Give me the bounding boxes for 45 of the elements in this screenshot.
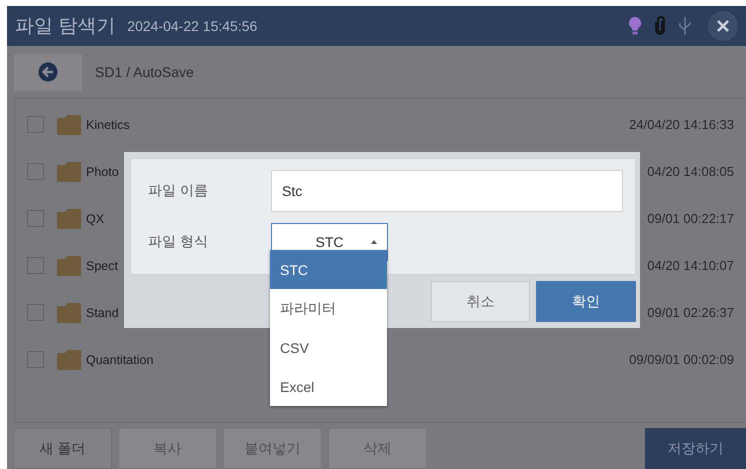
folder-name[interactable]: QX: [86, 212, 104, 226]
toolbar-button[interactable]: 새 폴더: [13, 428, 112, 469]
folder-name[interactable]: Kinetics: [86, 118, 130, 132]
back-button[interactable]: [14, 54, 82, 90]
modified-date: 09/09/01 00:02:09: [629, 352, 734, 367]
modified-date: 04/20 14:10:07: [647, 258, 734, 273]
modified-date: 04/20 14:08:05: [647, 164, 734, 179]
folder-name[interactable]: Stand: [86, 306, 119, 320]
lightbulb-icon: [628, 16, 642, 36]
dropdown-option[interactable]: CSV: [270, 328, 387, 367]
modified-date: 24/04/20 14:16:33: [629, 117, 734, 132]
modified-date: 09/01 02:26:37: [647, 305, 734, 320]
checkbox[interactable]: [27, 163, 44, 180]
window-title: 파일 탐색기: [15, 15, 116, 39]
folder-icon: [57, 256, 81, 276]
folder-icon: [57, 302, 81, 322]
cancel-button[interactable]: 취소: [431, 281, 530, 322]
folder-path: SD1 / AutoSave: [95, 64, 194, 80]
confirm-button[interactable]: 확인: [536, 281, 636, 322]
checkbox[interactable]: [27, 116, 44, 133]
datetime: 2024-04-22 15:45:56: [127, 18, 258, 34]
modified-date: 09/01 00:22:17: [647, 211, 734, 226]
field-label: 파일 형식: [148, 233, 209, 251]
folder-name[interactable]: Spect: [86, 258, 118, 272]
checkbox[interactable]: [27, 351, 44, 368]
close-button[interactable]: [708, 11, 738, 41]
save-button[interactable]: 저장하기: [645, 428, 746, 469]
caret-icon: [371, 240, 377, 244]
folder-icon: [57, 208, 81, 228]
dropdown-option[interactable]: 파라미터: [270, 289, 387, 328]
field-label: 파일 이름: [148, 182, 209, 200]
paperclip-icon: [654, 16, 666, 36]
dropdown-option[interactable]: STC: [270, 250, 387, 289]
dropdown-option[interactable]: Excel: [270, 367, 387, 406]
file-name-field[interactable]: Stc: [271, 170, 623, 212]
folder-icon: [57, 350, 81, 370]
folder-name[interactable]: Photo: [86, 164, 119, 178]
checkbox[interactable]: [27, 257, 44, 274]
folder-icon: [57, 162, 81, 182]
checkbox[interactable]: [27, 210, 44, 227]
checkbox[interactable]: [27, 304, 44, 321]
usb-icon: [678, 16, 692, 36]
folder-name[interactable]: Quantitation: [86, 352, 154, 366]
close-icon: [717, 20, 729, 32]
folder-icon: [57, 114, 81, 134]
